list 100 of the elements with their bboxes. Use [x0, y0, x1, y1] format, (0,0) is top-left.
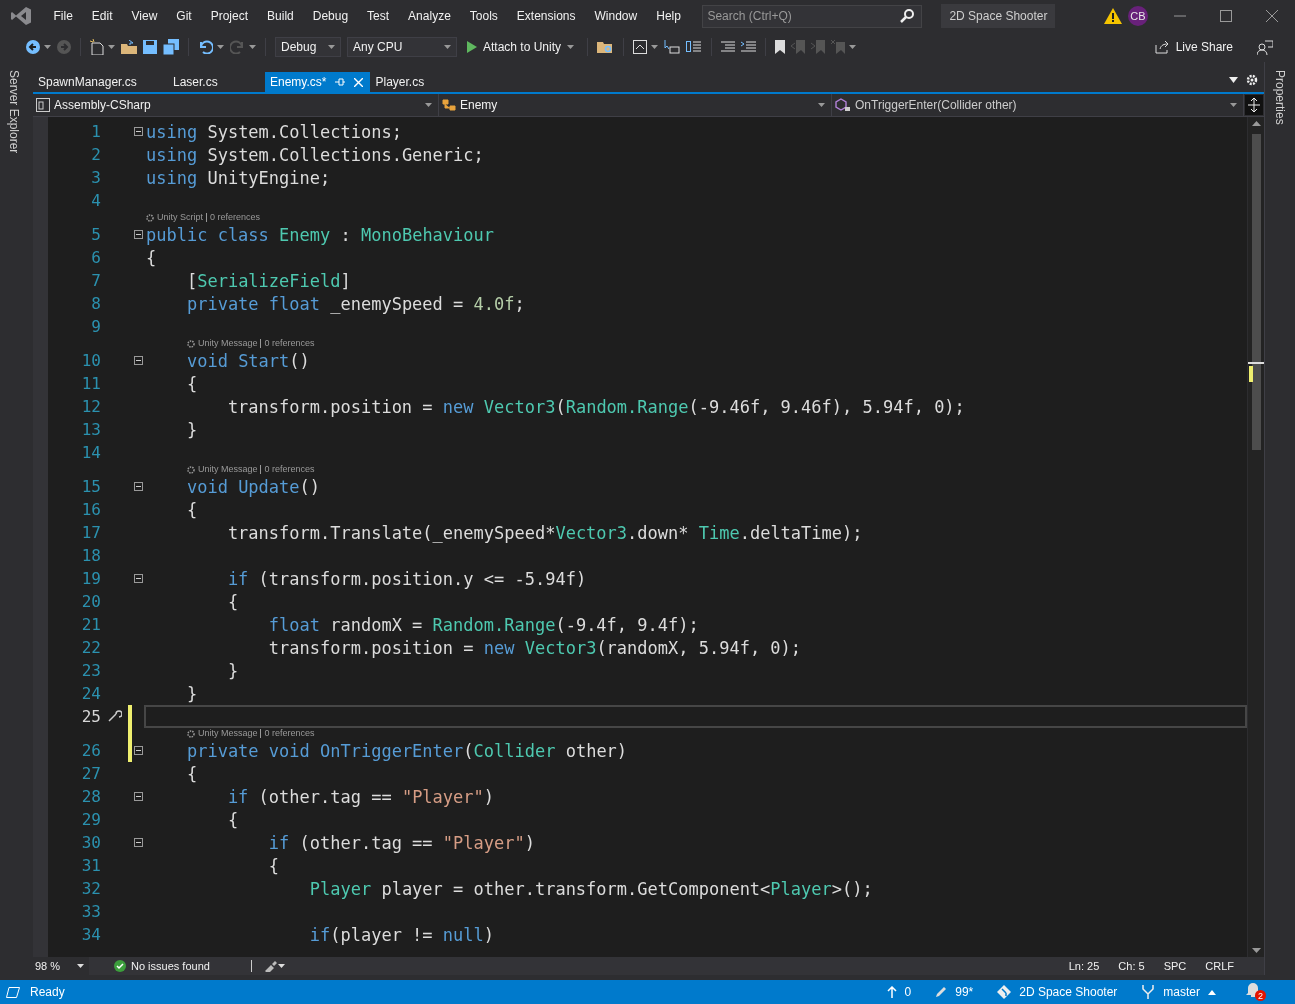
collapse-icon[interactable] [133, 792, 143, 801]
member-dropdown[interactable]: OnTriggerEnter(Collider other) [832, 94, 1244, 116]
quick-action-icon[interactable] [107, 708, 122, 723]
changes-status[interactable]: 99* [935, 985, 974, 999]
code-editor[interactable] [33, 117, 1264, 957]
platform-dropdown[interactable]: Any CPU [347, 37, 457, 57]
status-line-endings[interactable]: CRLF [1205, 960, 1234, 972]
menu-item[interactable]: Build [257, 9, 304, 23]
issues-status[interactable]: No issues found [131, 960, 210, 972]
file-tab[interactable]: Enemy.cs* [265, 72, 371, 92]
outdent-icon[interactable] [741, 41, 757, 53]
codelens-references[interactable]: 0 references [210, 212, 261, 223]
caret-icon[interactable] [108, 45, 115, 49]
scroll-up-icon[interactable] [1251, 121, 1261, 126]
menu-item[interactable]: Git [166, 9, 202, 23]
codelens-label[interactable]: Unity Message [197, 464, 258, 475]
folder-search-icon[interactable] [597, 40, 615, 54]
menu-item[interactable]: Analyze [398, 9, 461, 23]
window-icon[interactable] [633, 40, 648, 54]
code-line: using System.Collections.Generic; [146, 143, 484, 166]
side-panel-tab[interactable]: Server Explorer [7, 70, 21, 154]
output-icon[interactable] [6, 986, 20, 998]
zoom-dropdown[interactable]: 98 % [33, 957, 89, 975]
pencil-icon [935, 986, 948, 998]
collapse-icon[interactable] [133, 230, 143, 239]
caret-icon[interactable] [249, 45, 256, 49]
collapse-icon[interactable] [133, 127, 143, 136]
indent-icon[interactable] [721, 41, 736, 53]
line-number: 3 [91, 167, 101, 189]
user-avatar[interactable]: CB [1128, 6, 1148, 26]
caret-icon[interactable] [44, 45, 51, 49]
tab-list-icon[interactable] [1229, 77, 1238, 83]
caret-icon[interactable] [277, 964, 285, 968]
notifications-button[interactable]: 2 [1246, 982, 1267, 1002]
caret-icon[interactable] [849, 45, 857, 49]
configuration-dropdown[interactable]: Debug [275, 37, 341, 57]
code-line: { [185, 498, 198, 521]
line-number: 7 [91, 270, 101, 292]
select-icon[interactable] [664, 40, 681, 54]
menu-item[interactable]: Debug [303, 9, 358, 23]
side-panel-tab[interactable]: Properties [1273, 70, 1287, 125]
bookmark-icon[interactable] [775, 40, 786, 54]
open-folder-icon[interactable] [121, 40, 137, 54]
caret-icon[interactable] [217, 45, 224, 49]
collapse-icon[interactable] [133, 574, 143, 583]
code-line: if(player != null) [308, 923, 495, 946]
collapse-icon[interactable] [133, 838, 143, 847]
menu-item[interactable]: Project [201, 9, 258, 23]
status-column[interactable]: Ch: 5 [1118, 960, 1145, 972]
codelens-label[interactable]: Unity Message [197, 728, 258, 739]
vertical-scrollbar[interactable] [1247, 117, 1264, 957]
menu-item[interactable]: Extensions [507, 9, 586, 23]
caret-icon[interactable] [651, 45, 659, 49]
menu-item[interactable]: Help [646, 9, 691, 23]
line-number: 21 [81, 614, 101, 636]
repository-status[interactable]: 2D Space Shooter [997, 985, 1118, 999]
warning-icon[interactable] [1104, 8, 1122, 24]
search-icon[interactable] [900, 8, 915, 23]
new-file-icon[interactable] [90, 39, 104, 55]
project-dropdown[interactable]: Assembly-CSharp [33, 94, 439, 116]
pin-icon[interactable] [335, 78, 346, 86]
collapse-icon[interactable] [133, 482, 143, 491]
status-whitespace[interactable]: SPC [1163, 960, 1187, 972]
menu-item[interactable]: File [44, 9, 83, 23]
collapse-icon[interactable] [133, 356, 143, 365]
menu-item[interactable]: Test [357, 9, 399, 23]
scrollbar-thumb[interactable] [1252, 134, 1261, 450]
save-icon[interactable] [143, 40, 157, 54]
push-status[interactable]: 0 [886, 985, 912, 999]
close-icon[interactable] [1266, 10, 1278, 22]
attach-button[interactable]: Attach to Unity [463, 40, 579, 54]
branch-status[interactable]: master [1141, 985, 1216, 999]
collapse-icon[interactable] [133, 746, 143, 755]
menu-item[interactable]: Edit [82, 9, 123, 23]
split-icon[interactable] [1245, 95, 1263, 115]
menu-item[interactable]: Window [585, 9, 647, 23]
maximize-icon[interactable] [1220, 10, 1232, 22]
file-tab[interactable]: SpawnManager.cs [33, 72, 168, 92]
save-all-icon[interactable] [163, 39, 179, 55]
codelens-references[interactable]: 0 references [264, 464, 315, 475]
scroll-down-icon[interactable] [1251, 948, 1261, 953]
code-line: private void OnTriggerEnter(Collider other) [185, 739, 628, 762]
menu-item[interactable]: Tools [460, 9, 508, 23]
search-field[interactable]: Search (Ctrl+Q) [702, 4, 923, 28]
back-arrow-icon[interactable] [26, 40, 40, 54]
file-tab[interactable]: Laser.cs [168, 72, 265, 92]
file-tab[interactable]: Player.cs [370, 72, 430, 92]
codelens-label[interactable]: Unity Message [197, 338, 258, 349]
class-dropdown[interactable]: Enemy [439, 94, 832, 116]
codelens-references[interactable]: 0 references [264, 728, 315, 739]
settings-icon[interactable] [1246, 74, 1258, 86]
codelens-label[interactable]: Unity Script [157, 212, 203, 223]
brush-icon[interactable] [263, 960, 278, 972]
menu-item[interactable]: View [122, 9, 167, 23]
status-line[interactable]: Ln: 25 [1068, 960, 1100, 972]
undo-icon[interactable] [198, 40, 213, 54]
feedback-icon[interactable] [1257, 39, 1273, 55]
live-share-button[interactable]: Live Share [1154, 40, 1233, 54]
codelens-references[interactable]: 0 references [264, 338, 315, 349]
list-icon[interactable] [686, 39, 703, 55]
